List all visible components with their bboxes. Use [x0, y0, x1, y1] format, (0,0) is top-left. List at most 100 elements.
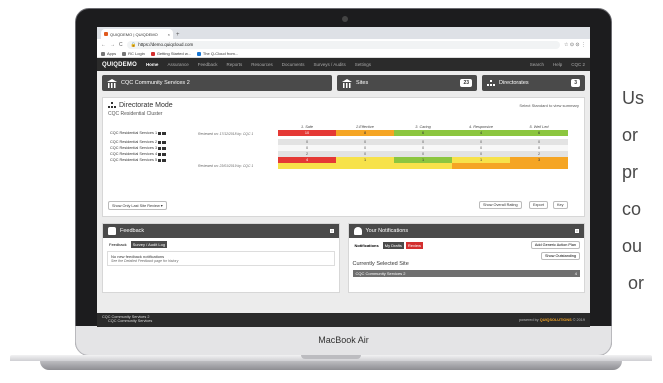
footer-brand[interactable]: QUIQSOLUTIONS — [540, 318, 572, 322]
side-text-line: ou — [622, 236, 643, 256]
apps-icon — [101, 51, 105, 56]
favicon-icon — [104, 32, 108, 36]
building-icon — [107, 78, 117, 88]
nav-search[interactable]: Search — [530, 62, 544, 67]
show-last-review-select[interactable]: Show Only Last Site Review ▾ — [108, 201, 167, 210]
browser-tabbar: QUIQDEMO | QUIQDEMO × + — [97, 27, 590, 39]
nav-feedback[interactable]: Feedback — [198, 62, 218, 67]
selected-site-name: CQC Community Services 2 — [355, 271, 406, 276]
app-body: CQC Community Services 2 Sites 23 Direct… — [97, 71, 590, 318]
feedback-tabs: Feedback Survey / Audit Log — [103, 238, 339, 251]
sitemap-icon — [487, 79, 495, 87]
directorate-subtitle: CQC Residential Cluster — [108, 111, 163, 117]
currently-selected-heading: Currently Selected Site — [352, 261, 409, 267]
directorates-panel-header[interactable]: Directorates 3 — [482, 75, 585, 91]
close-tab-icon[interactable]: × — [168, 32, 170, 37]
url-text: https://demo.quiqcloud.com — [138, 42, 194, 47]
sites-panel-header[interactable]: Sites 23 — [337, 75, 477, 91]
notifications-card: Your Notifications Notifications My Draf… — [347, 223, 585, 293]
feedback-title: Feedback — [120, 228, 145, 234]
nav-surveys-audits[interactable]: Surveys / Audits — [314, 62, 346, 67]
browser-tab[interactable]: QUIQDEMO | QUIQDEMO × — [101, 29, 173, 39]
laptop-chin: MacBook Air — [75, 326, 612, 356]
nav-reports[interactable]: Reports — [226, 62, 242, 67]
show-outstanding-button[interactable]: Show Outstanding — [540, 252, 580, 260]
youtube-icon — [150, 51, 155, 56]
directorates-count-badge: 3 — [571, 79, 580, 87]
tab-review[interactable]: Review — [405, 241, 423, 249]
app-brand[interactable]: QUIQDEMO — [102, 62, 137, 68]
side-text-line: co — [622, 199, 642, 219]
nav-user[interactable]: CQC 2 — [571, 62, 585, 67]
screen: QUIQDEMO | QUIQDEMO × + ← → C 🔒 https://… — [97, 27, 590, 327]
app-navbar: QUIQDEMO Home Assurance Feedback Reports… — [97, 58, 590, 71]
side-text-line: or — [622, 125, 639, 145]
nav-home[interactable]: Home — [146, 62, 159, 67]
tab-my-drafts[interactable]: My Drafts — [382, 241, 404, 249]
feedback-content: No new feedback notifications See the De… — [107, 251, 335, 266]
tab-feedback[interactable]: Feedback — [107, 241, 129, 248]
address-bar[interactable]: 🔒 https://demo.quiqcloud.com — [126, 40, 560, 49]
feedback-header[interactable]: Feedback — [103, 224, 339, 238]
nav-resources[interactable]: Resources — [251, 62, 273, 67]
site-action-icons[interactable] — [158, 158, 167, 162]
camera-icon — [342, 16, 348, 22]
nav-settings[interactable]: Settings — [355, 62, 371, 67]
expand-icon[interactable] — [575, 229, 579, 233]
site-action-icons[interactable] — [158, 140, 167, 144]
bookmarks-bar: Apps RC Login Getting Started w... The Q… — [97, 50, 590, 58]
bookmark-apps[interactable]: Apps — [101, 51, 116, 56]
laptop-model-label: MacBook Air — [318, 335, 369, 345]
sites-count-badge: 23 — [460, 79, 472, 87]
browser-address-row: ← → C 🔒 https://demo.quiqcloud.com ☆ ⊙ ⊙… — [97, 39, 590, 50]
directorate-hint: Select Standard to view summary — [519, 103, 579, 108]
show-overall-rating-button[interactable]: Show Overall Rating — [479, 201, 522, 209]
site-action-icons[interactable] — [158, 146, 167, 150]
notifications-title: Your Notifications — [365, 228, 409, 234]
side-text-line: pr — [622, 162, 639, 182]
side-text-line: Us — [622, 88, 644, 108]
reload-icon[interactable]: C — [119, 42, 123, 48]
summary-row: CQC Community Services 2 Sites 23 Direct… — [102, 75, 585, 91]
directorate-panel: Directorate Mode CQC Residential Cluster… — [102, 97, 585, 217]
tab-notifications[interactable]: Notifications — [353, 242, 381, 249]
building-icon — [342, 78, 352, 88]
stage: MacBook Air Us or pr co ou or QUIQDEMO |… — [0, 0, 663, 383]
side-text: Us or pr co ou or — [622, 80, 663, 302]
service-panel-header[interactable]: CQC Community Services 2 — [102, 75, 332, 91]
laptop-notch — [301, 355, 361, 359]
tab-survey-audit-log[interactable]: Survey / Audit Log — [130, 241, 168, 248]
footer-group: CQC Community Services — [108, 319, 153, 323]
back-icon[interactable]: ← — [101, 42, 106, 48]
notifications-tabs: Notifications My Drafts Review Add Gener… — [349, 238, 585, 252]
expand-icon[interactable] — [329, 229, 334, 233]
notifications-header[interactable]: Your Notifications — [348, 224, 584, 238]
sites-title: Sites — [356, 80, 369, 86]
site-action-icons[interactable] — [158, 152, 167, 156]
page-icon — [122, 51, 127, 56]
bookmark-rc-login[interactable]: RC Login — [122, 51, 145, 56]
feedback-card: Feedback Feedback Survey / Audit Log No … — [102, 223, 340, 293]
nav-help[interactable]: Help — [553, 62, 562, 67]
nav-documents[interactable]: Documents — [282, 62, 305, 67]
export-button[interactable]: Export — [529, 201, 548, 209]
lock-icon: 🔒 — [130, 41, 137, 47]
page-icon — [196, 51, 201, 56]
new-tab-button[interactable]: + — [176, 32, 180, 39]
nav-assurance[interactable]: Assurance — [167, 62, 188, 67]
browser-tab-title: QUIQDEMO | QUIQDEMO — [110, 31, 158, 37]
directorates-title: Directorates — [499, 80, 529, 86]
bookmark-q-cloud[interactable]: The Q-Cloud from... — [196, 51, 238, 56]
review-info: Reviewed on: 23/01/2019 by: CQC 1 — [198, 164, 254, 168]
site-action-icons[interactable] — [158, 131, 167, 135]
browser-toolbar-icons[interactable]: ☆ ⊙ ⊙ ⋮ — [564, 42, 586, 48]
bookmark-getting-started[interactable]: Getting Started w... — [150, 51, 191, 56]
directorate-mode-heading: Directorate Mode — [108, 102, 579, 109]
sitemap-icon — [108, 102, 116, 109]
service-title: CQC Community Services 2 — [121, 80, 190, 86]
selected-site-bar[interactable]: CQC Community Services 2 4 — [352, 270, 580, 277]
key-button[interactable]: Key — [553, 201, 568, 209]
add-action-plan-button[interactable]: Add Generic Action Plan — [530, 241, 580, 249]
forward-icon[interactable]: → — [110, 42, 115, 48]
thumbs-up-icon — [108, 227, 116, 235]
